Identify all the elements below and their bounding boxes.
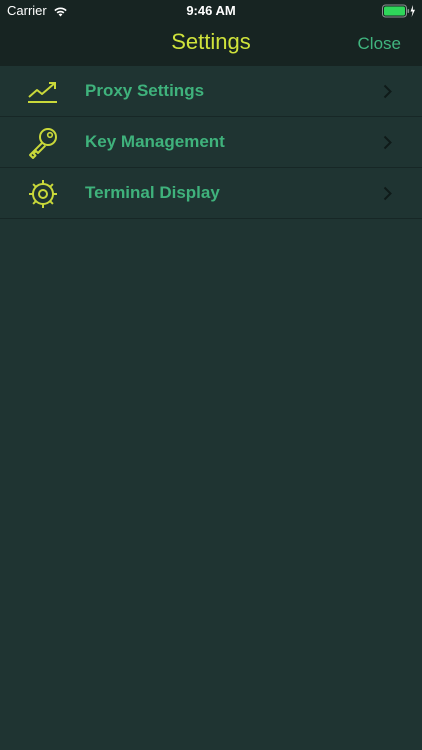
- trending-up-chart-icon: [28, 82, 57, 103]
- settings-item-terminal-display[interactable]: Terminal Display: [0, 168, 422, 219]
- chevron-right-icon: [383, 84, 392, 99]
- settings-item-label: Proxy Settings: [85, 81, 205, 100]
- status-bar: Carrier 9:46 AM: [0, 0, 422, 22]
- settings-item-key-management[interactable]: Key Management: [0, 117, 422, 168]
- chevron-right-icon: [383, 186, 392, 201]
- close-button[interactable]: Close: [358, 34, 401, 54]
- settings-item-label: Terminal Display: [85, 183, 220, 202]
- settings-item-proxy-settings[interactable]: Proxy Settings: [0, 66, 422, 117]
- key-icon: [29, 128, 57, 159]
- battery-charging-icon: [382, 4, 415, 18]
- navigation-bar: Settings Close: [0, 22, 422, 66]
- settings-item-label: Key Management: [85, 132, 225, 151]
- gear-icon: [29, 180, 57, 208]
- chevron-right-icon: [383, 135, 392, 150]
- status-time: 9:46 AM: [186, 3, 236, 18]
- settings-list: Proxy Settings Key Management Terminal D…: [0, 66, 422, 219]
